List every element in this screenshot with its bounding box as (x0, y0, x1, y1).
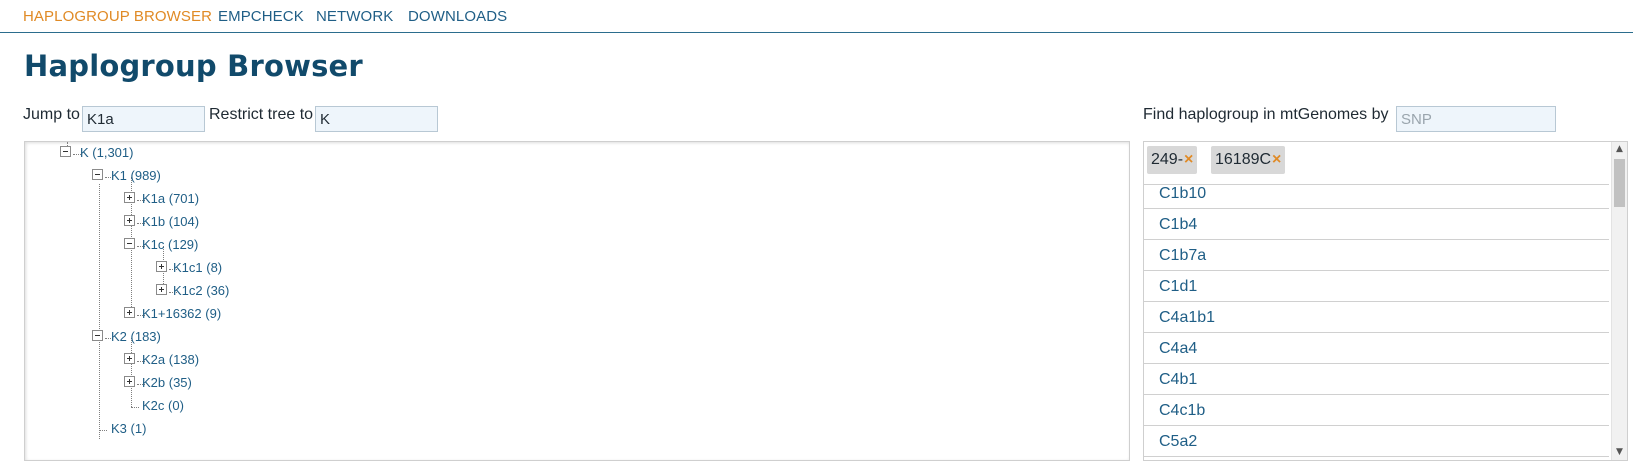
result-item[interactable]: C1b4 (1144, 209, 1609, 240)
tree-node-k1c2[interactable]: K1c2 (36) (173, 283, 229, 298)
tree-connector (99, 430, 107, 431)
tree-node-k1a[interactable]: K1a (701) (142, 191, 199, 206)
collapse-icon[interactable] (60, 146, 71, 157)
result-item[interactable]: C4b1 (1144, 364, 1609, 395)
scroll-down-arrow-icon[interactable]: ▼ (1612, 445, 1627, 460)
tree-node-k1b[interactable]: K1b (104) (142, 214, 199, 229)
tree-node-k2b[interactable]: K2b (35) (142, 375, 192, 390)
restrict-tree-label: Restrict tree to (209, 106, 314, 123)
collapse-icon[interactable] (124, 238, 135, 249)
tree-node-k1c[interactable]: K1c (129) (142, 237, 198, 252)
haplogroup-tree: K (1,301) K1 (989) K1a (701) K1b (104) K… (24, 141, 1130, 461)
expand-icon[interactable] (156, 284, 167, 295)
result-item[interactable]: C4c1b (1144, 395, 1609, 426)
nav-empcheck[interactable]: EMPCHECK (218, 8, 304, 25)
result-item[interactable]: C1b10 (1144, 178, 1609, 209)
snp-tag-label: 16189C (1215, 151, 1272, 168)
snp-tag-label: 249- (1151, 151, 1184, 168)
tree-node-k3[interactable]: K3 (1) (111, 421, 146, 436)
jump-to-input[interactable] (82, 106, 205, 132)
collapse-icon[interactable] (92, 330, 103, 341)
nav-network[interactable]: NETWORK (316, 8, 393, 25)
tree-node-k1[interactable]: K1 (989) (111, 168, 161, 183)
result-item[interactable]: C4a4 (1144, 333, 1609, 364)
tree-node-k2[interactable]: K2 (183) (111, 329, 161, 344)
remove-tag-icon[interactable]: × (1184, 151, 1193, 168)
tree-node-k2c[interactable]: K2c (0) (142, 398, 184, 413)
collapse-icon[interactable] (92, 169, 103, 180)
tree-connector (131, 407, 139, 408)
nav-downloads[interactable]: DOWNLOADS (408, 8, 507, 25)
find-haplogroup-label: Find haplogroup in mtGenomes by (1143, 106, 1389, 123)
snp-tag: 249-× (1147, 146, 1198, 174)
remove-tag-icon[interactable]: × (1272, 151, 1281, 168)
snp-tag: 16189C× (1211, 146, 1286, 174)
page-title: Haplogroup Browser (24, 49, 363, 83)
expand-icon[interactable] (124, 192, 135, 203)
expand-icon[interactable] (124, 353, 135, 364)
result-item[interactable]: C1b7a (1144, 240, 1609, 271)
restrict-tree-input[interactable] (315, 106, 438, 132)
snp-results-panel: 249-× 16189C× C1b10 C1b4 C1b7a C1d1 C4a1… (1143, 141, 1628, 461)
tree-connector (99, 184, 100, 439)
result-item[interactable]: C4a1b1 (1144, 302, 1609, 333)
nav-haplogroup-browser[interactable]: HAPLOGROUP BROWSER (23, 8, 212, 25)
scroll-thumb[interactable] (1614, 159, 1625, 207)
snp-search-input[interactable] (1396, 106, 1556, 132)
results-scrollbar[interactable]: ▲ ▼ (1611, 142, 1627, 460)
result-item[interactable]: C5a2 (1144, 426, 1609, 457)
expand-icon[interactable] (124, 215, 135, 226)
tree-connector (131, 338, 132, 407)
jump-to-label: Jump to (23, 106, 80, 123)
expand-icon[interactable] (156, 261, 167, 272)
tree-node-k2a[interactable]: K2a (138) (142, 352, 199, 367)
tree-node-k1c1[interactable]: K1c1 (8) (173, 260, 222, 275)
expand-icon[interactable] (124, 307, 135, 318)
top-nav: HAPLOGROUP BROWSER EMPCHECK NETWORK DOWN… (0, 0, 1633, 33)
scroll-up-arrow-icon[interactable]: ▲ (1612, 142, 1627, 157)
tree-node-k1-16362[interactable]: K1+16362 (9) (142, 306, 221, 321)
expand-icon[interactable] (124, 376, 135, 387)
result-item[interactable]: C1d1 (1144, 271, 1609, 302)
tree-node-k[interactable]: K (1,301) (80, 145, 133, 160)
